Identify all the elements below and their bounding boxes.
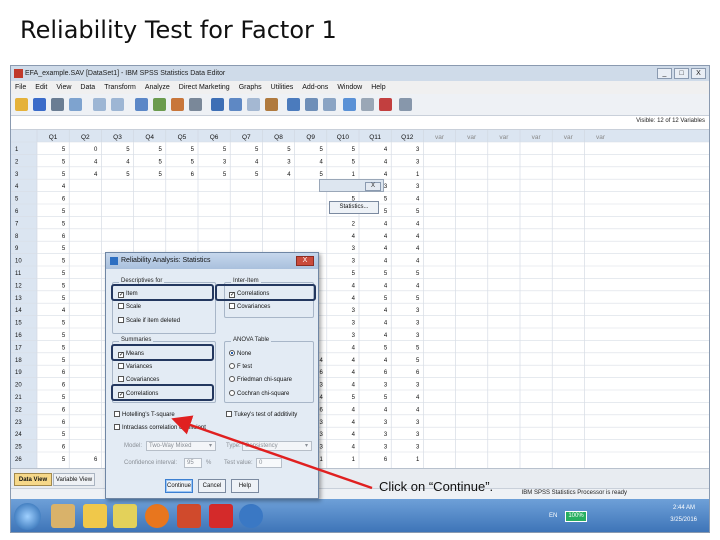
callout-arrow — [171, 415, 373, 490]
arrow-line — [171, 415, 373, 490]
callout-text: Click on “Continue”. — [379, 479, 494, 494]
